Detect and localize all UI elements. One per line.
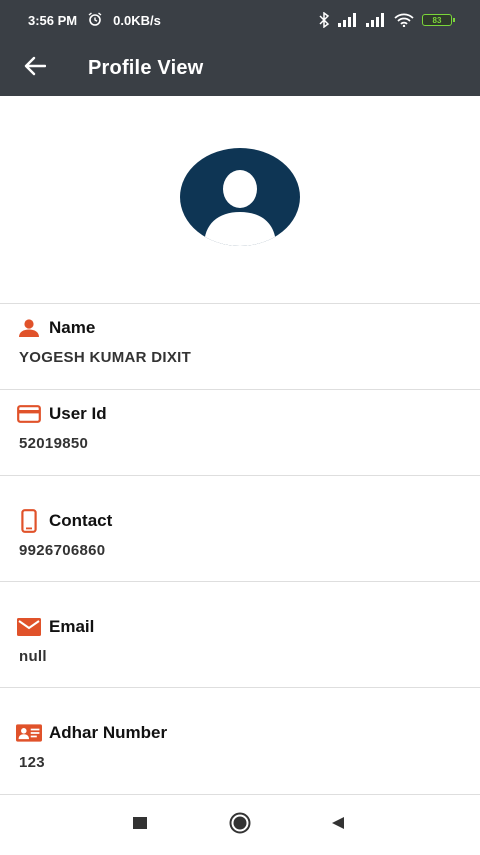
field-value: 9926706860 xyxy=(19,542,106,559)
triangle-back-icon xyxy=(330,815,346,836)
home-circle-icon xyxy=(228,811,252,840)
system-nav-bar xyxy=(0,794,480,854)
field-label: Name xyxy=(49,318,96,337)
id-card-icon xyxy=(16,722,42,744)
wifi-icon xyxy=(394,13,414,27)
field-value: YOGESH KUMAR DIXIT xyxy=(19,349,192,366)
field-value: 123 xyxy=(19,754,45,771)
phone-icon xyxy=(16,509,42,533)
field-value: null xyxy=(19,648,47,665)
back-button[interactable] xyxy=(0,40,70,96)
card-icon xyxy=(16,403,42,425)
back-nav-button[interactable] xyxy=(308,795,368,855)
field-user-id: User Id 52019850 xyxy=(0,389,480,475)
arrow-back-icon xyxy=(24,56,47,81)
square-icon xyxy=(132,816,148,835)
battery-level: 83 xyxy=(432,15,442,25)
bluetooth-icon xyxy=(318,12,330,28)
home-button[interactable] xyxy=(210,795,270,855)
app-bar: Profile View xyxy=(0,40,480,96)
field-label: Contact xyxy=(49,511,113,530)
field-contact: Contact 9926706860 xyxy=(0,475,480,581)
signal-icon-2 xyxy=(366,13,386,27)
alarm-icon xyxy=(87,11,103,30)
field-label: Adhar Number xyxy=(49,723,168,742)
field-label: User Id xyxy=(49,404,107,423)
net-speed: 0.0KB/s xyxy=(113,12,161,28)
recent-apps-button[interactable] xyxy=(110,795,170,855)
field-name: Name YOGESH KUMAR DIXIT xyxy=(0,303,480,389)
battery-icon: 83 xyxy=(422,14,455,26)
avatar xyxy=(180,148,300,246)
page-title: Profile View xyxy=(88,56,204,79)
status-bar: 3:56 PM 0.0KB/s 83 xyxy=(0,0,480,40)
field-adhar-number: Adhar Number 123 xyxy=(0,687,480,794)
status-time: 3:56 PM xyxy=(28,12,78,28)
signal-icon xyxy=(338,13,358,27)
field-email: Email null xyxy=(0,581,480,687)
mail-icon xyxy=(16,616,42,638)
field-value: 52019850 xyxy=(19,435,89,452)
user-silhouette-icon xyxy=(204,170,276,246)
avatar-circle xyxy=(180,148,300,246)
person-icon xyxy=(16,317,42,339)
field-label: Email xyxy=(49,617,95,636)
